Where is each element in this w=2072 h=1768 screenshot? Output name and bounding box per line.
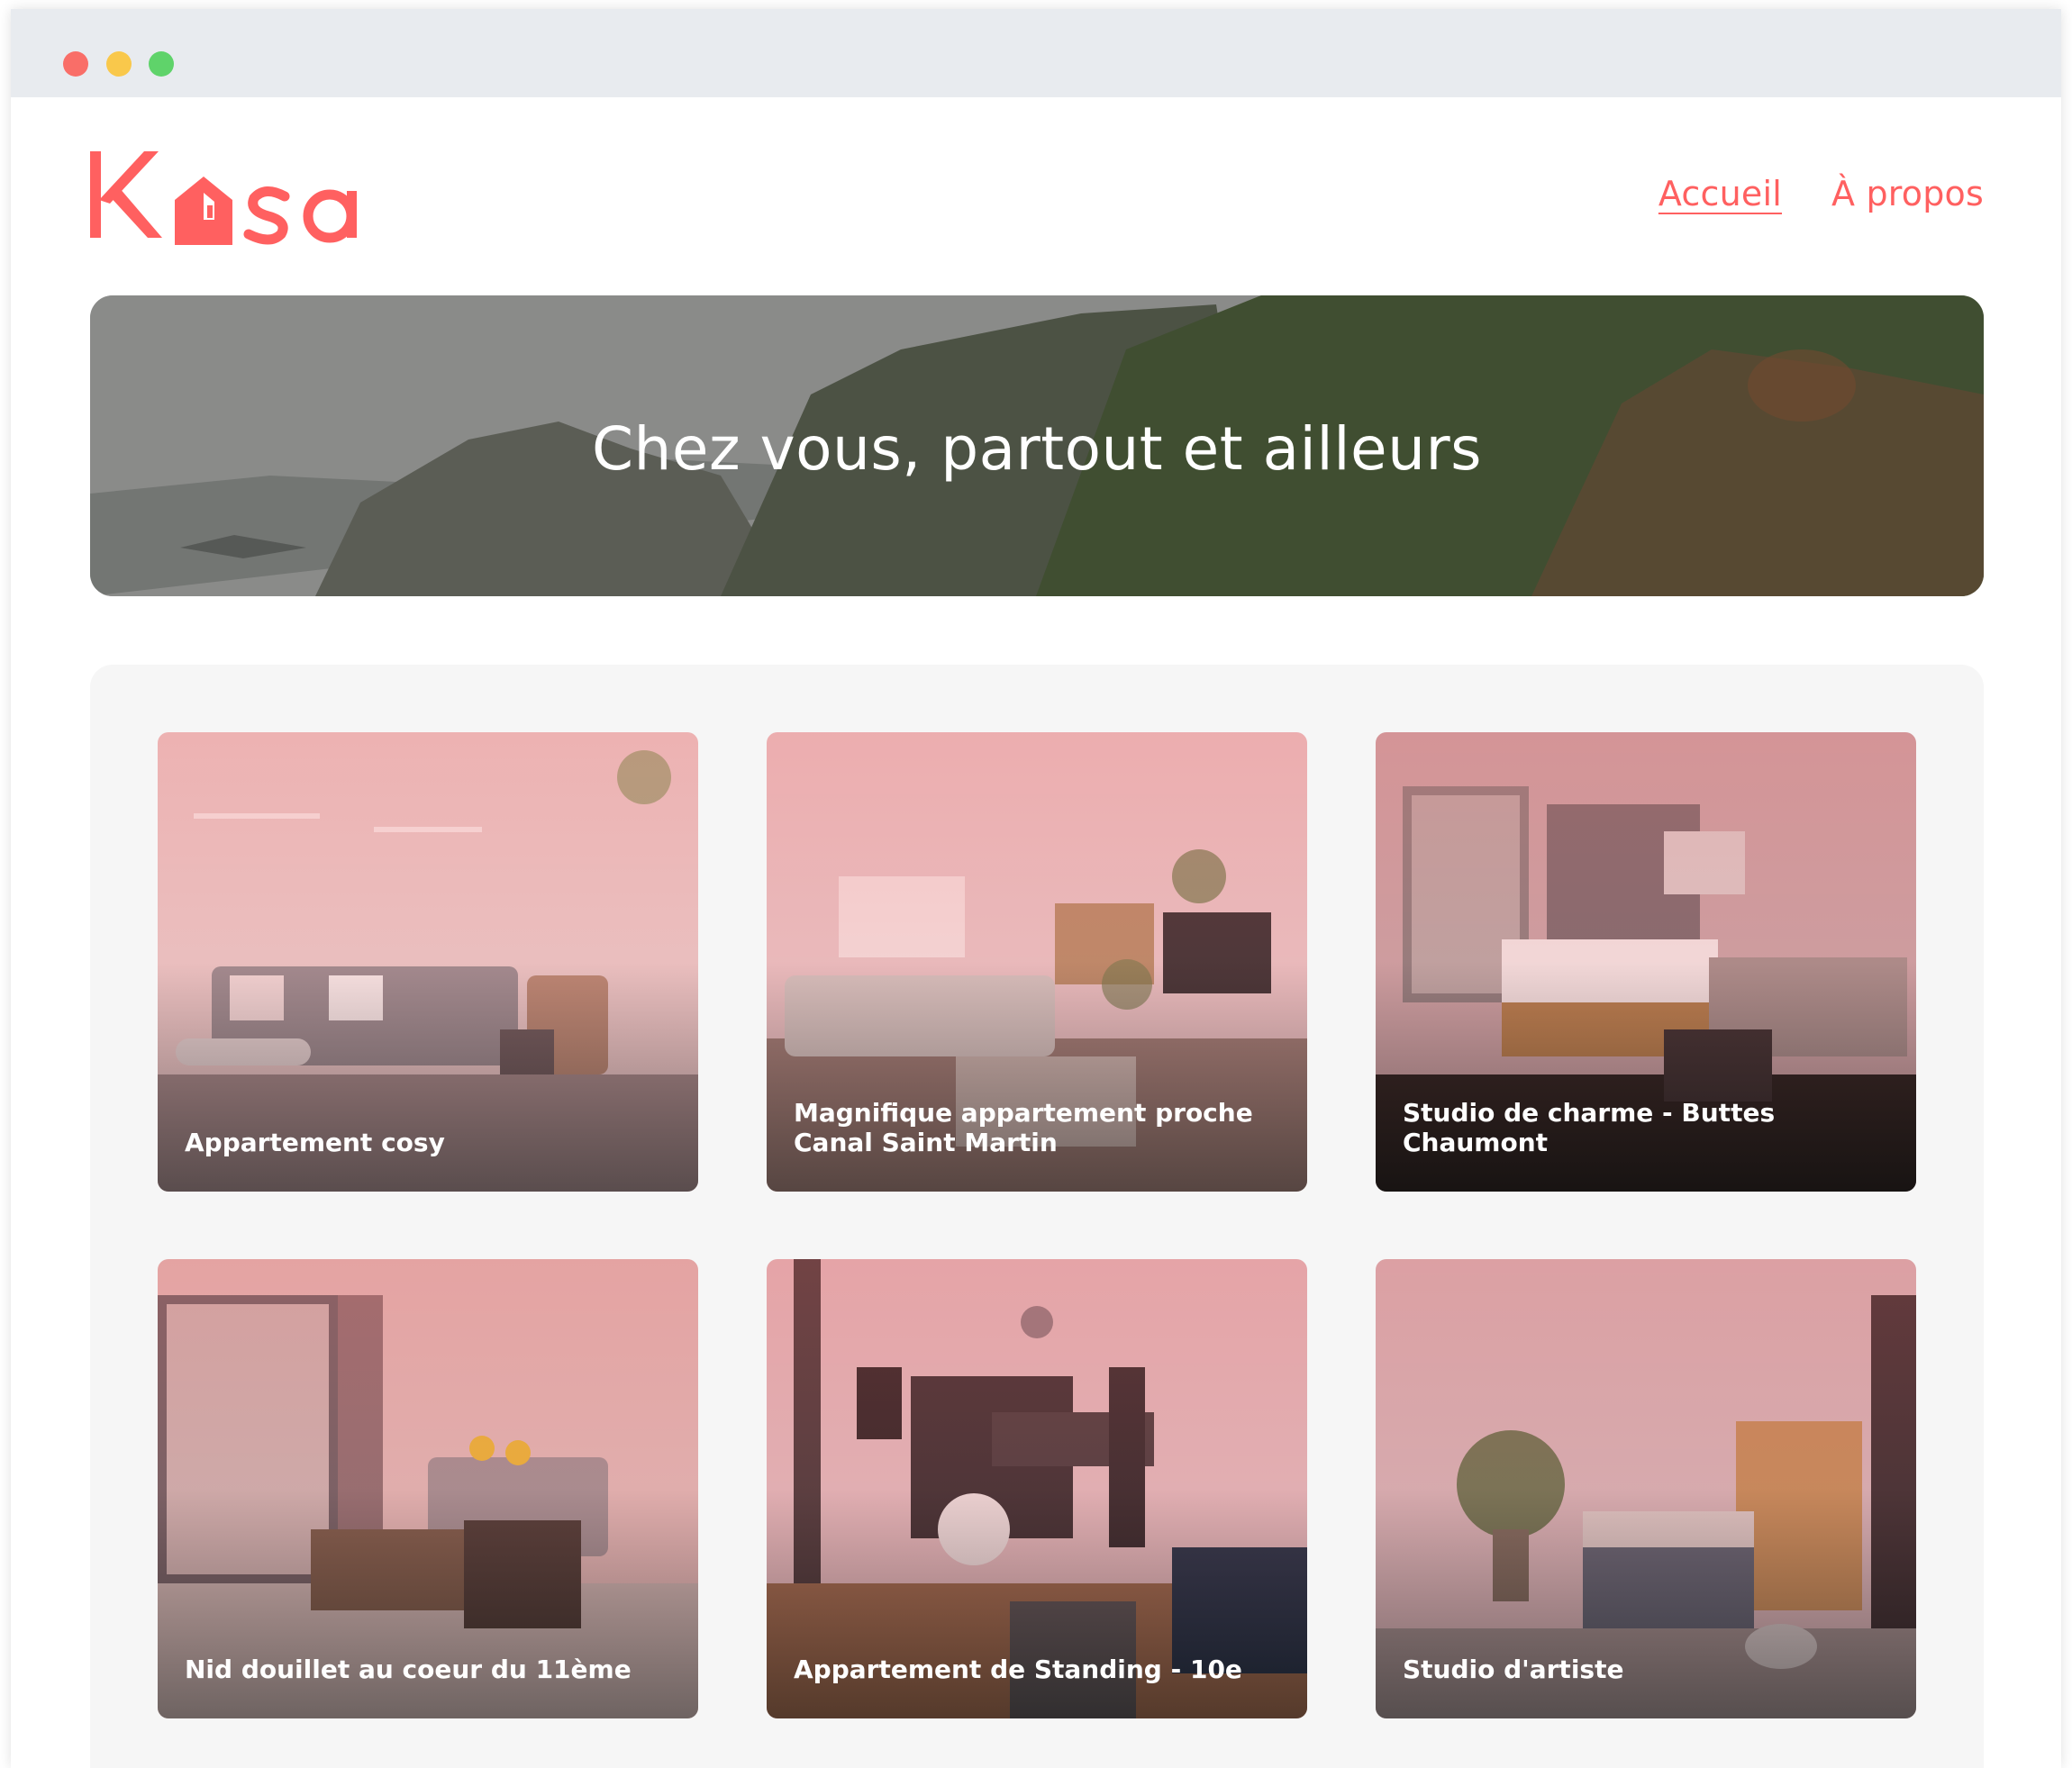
listing-title: Appartement de Standing - 10e (794, 1655, 1242, 1684)
listing-card[interactable]: Appartement cosy (158, 732, 698, 1192)
kasa-logo[interactable] (88, 146, 386, 245)
listing-card[interactable]: Studio de charme - Buttes Chaumont (1376, 732, 1916, 1192)
hero-banner: Chez vous, partout et ailleurs (90, 295, 1984, 596)
browser-titlebar (11, 9, 2061, 97)
listing-card[interactable]: Magnifique appartement proche Canal Sain… (767, 732, 1307, 1192)
listings-gallery: Appartement cosy Magnifique appartement … (90, 665, 1984, 1768)
listing-card[interactable]: Appartement de Standing - 10e (767, 1259, 1307, 1718)
card-gradient (1376, 1259, 1916, 1718)
listing-card[interactable]: Studio d'artiste (1376, 1259, 1916, 1718)
main-nav: Accueil À propos (1659, 174, 1984, 213)
card-gradient (158, 1259, 698, 1718)
card-gradient (158, 732, 698, 1192)
nav-link-accueil[interactable]: Accueil (1659, 174, 1782, 213)
card-gradient (767, 1259, 1307, 1718)
minimize-window-dot[interactable] (106, 51, 132, 77)
listing-title: Studio d'artiste (1403, 1655, 1624, 1684)
maximize-window-dot[interactable] (149, 51, 174, 77)
banner-title: Chez vous, partout et ailleurs (591, 414, 1483, 484)
listing-title: Appartement cosy (185, 1128, 445, 1157)
listing-title: Nid douillet au coeur du 11ème (185, 1655, 632, 1684)
listing-card[interactable]: Nid douillet au coeur du 11ème (158, 1259, 698, 1718)
nav-link-a-propos[interactable]: À propos (1831, 174, 1984, 213)
listing-title: Studio de charme - Buttes Chaumont (1403, 1098, 1776, 1157)
listing-title: Magnifique appartement proche Canal Sain… (794, 1098, 1253, 1157)
close-window-dot[interactable] (63, 51, 88, 77)
